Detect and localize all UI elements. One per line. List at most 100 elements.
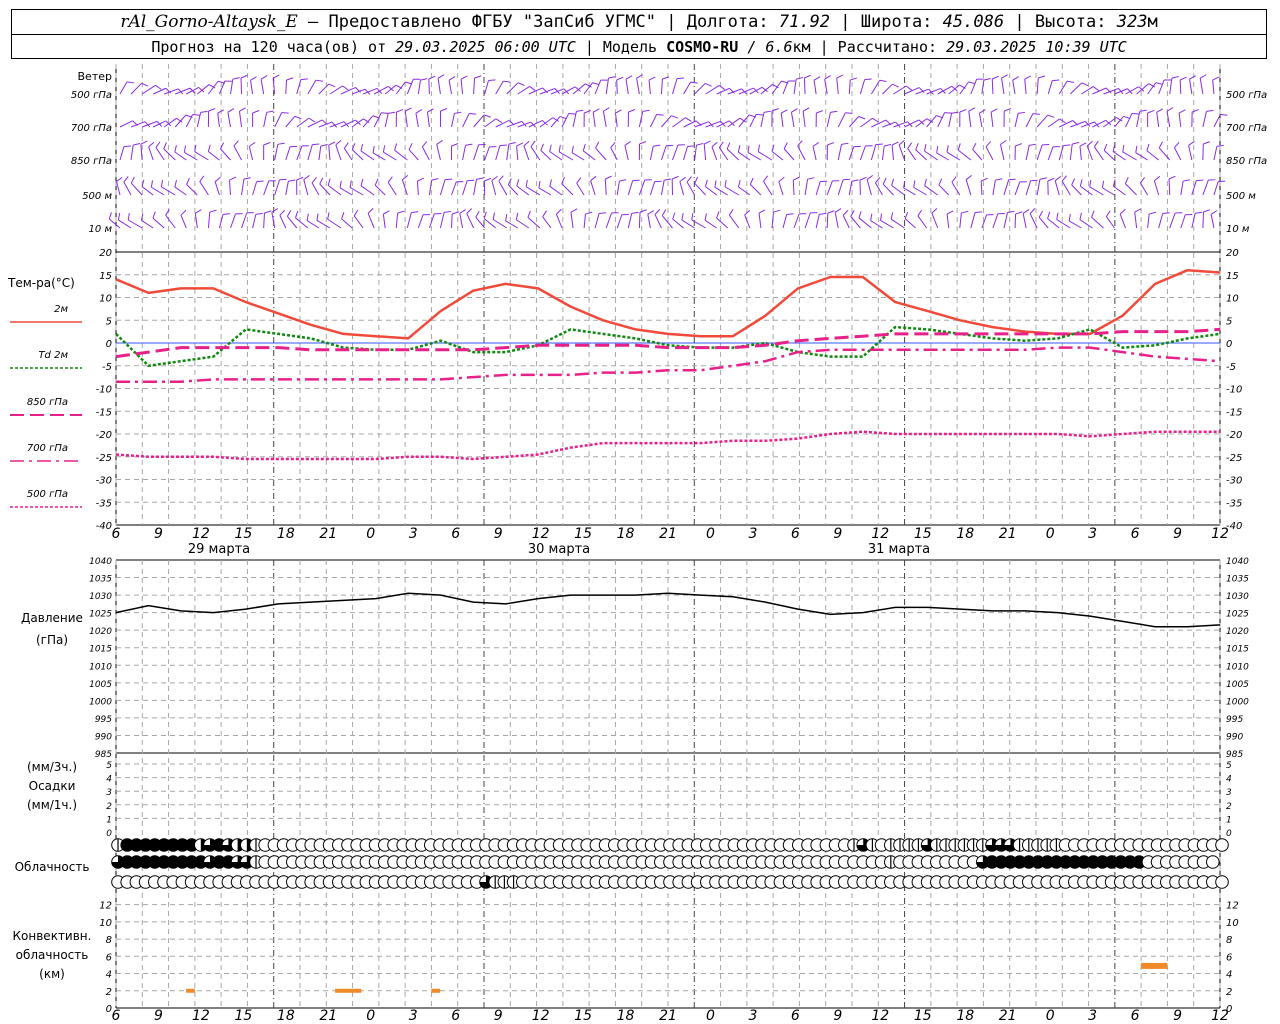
wind-barb-0-96	[1179, 79, 1182, 95]
xtick-lower-3: 15	[234, 1008, 252, 1024]
wind-barb-feather-4-18	[306, 213, 309, 221]
wind-barb-0-53	[705, 84, 720, 95]
wind-barb-feather-3-95	[1168, 175, 1176, 180]
wind-barb-feather-2-59	[757, 144, 761, 152]
wind-barb-2-5	[163, 148, 176, 161]
wind-barb-feather-4-72	[904, 211, 909, 219]
wind-barb-feather-2-81	[1015, 143, 1023, 147]
wind-barb-1-88	[1092, 119, 1107, 128]
xtick-lower-19: 15	[914, 1008, 932, 1024]
wind-barb-feather-4-71	[890, 212, 894, 220]
wind-barb-2-36	[516, 146, 519, 161]
wind-barb-4-26	[406, 212, 412, 229]
wind-barb-1-32	[473, 114, 485, 128]
wind-barb-feather-1-49	[671, 115, 679, 119]
wind-barb-feather-0-29	[437, 74, 445, 79]
wind-barb-feather-0-86	[1081, 82, 1089, 87]
wind-barb-feather-4-40	[556, 208, 562, 215]
wind-barb-3-62	[804, 179, 809, 196]
wind-barb-2-72	[907, 148, 917, 161]
press-ytick-right-10: 990	[1226, 732, 1243, 742]
wind-barb-feather-3-8	[199, 175, 205, 182]
conv-ytick-left-2: 8	[106, 935, 112, 946]
wind-barb-4-31	[459, 213, 464, 229]
wind-barb-feather-1-83	[1047, 114, 1055, 118]
wind-barb-feather-1-78	[979, 109, 986, 114]
wind-barb-2-76	[946, 151, 961, 161]
wind-barb-feather-1-47	[642, 109, 650, 112]
wind-barb-feather-0-87	[1092, 86, 1100, 92]
wind-barb-4-10	[230, 213, 236, 229]
xtick-lower-25: 9	[1173, 1008, 1182, 1024]
wind-barb-feather-2-75	[936, 145, 939, 154]
temp-ytick-right-10: -30	[1226, 476, 1242, 487]
cloud-2-120	[1215, 875, 1229, 889]
wind-barb-2-25	[383, 151, 397, 161]
wind-barb-0-66	[848, 79, 851, 95]
wind-barb-0-91	[1125, 86, 1139, 95]
wind-barb-3-13	[263, 180, 270, 196]
wind-barb-0-97	[1189, 79, 1193, 95]
wind-barb-3-46	[627, 180, 634, 196]
wind-barb-feather-0-0	[126, 81, 134, 84]
wind-barb-2-1	[130, 145, 134, 161]
wind-barb-4-1	[118, 219, 132, 229]
press-ytick-right-2: 1030	[1226, 592, 1249, 602]
wind-barb-feather-3-35	[498, 175, 504, 182]
wind-barb-feather-2-14	[277, 142, 285, 145]
wind-barb-feather-3-33	[484, 177, 492, 182]
wind-barb-feather-2-76	[946, 145, 949, 153]
wind-barb-0-60	[782, 80, 789, 95]
wind-barb-feather-3-1	[123, 176, 129, 183]
wind-barb-feather-2-77	[957, 143, 961, 151]
wind-barb-feather-0-84	[1052, 79, 1060, 82]
wind-barb-4-97	[1191, 213, 1196, 229]
wind-barb-feather-3-37	[516, 179, 520, 187]
wind-barb-3-0	[116, 181, 121, 196]
conv-ytick-left-4: 4	[106, 970, 112, 981]
wind-barb-2-39	[540, 149, 552, 161]
wind-barb-1-31	[462, 113, 470, 128]
wind-barb-feather-2-94	[1146, 143, 1150, 151]
wind-barb-1-60	[780, 113, 784, 128]
wind-barb-feather-2-23	[360, 143, 364, 152]
wind-barb-0-36	[517, 86, 530, 95]
temp-ytick-left-3: 5	[106, 316, 112, 327]
wind-barb-4-78	[981, 214, 988, 229]
wind-barb-feather-3-9	[214, 176, 221, 183]
wind-barb-1-81	[1014, 113, 1019, 128]
wind-barb-2-45	[610, 147, 618, 161]
wind-barb-3-95	[1168, 178, 1171, 196]
wind-barb-feather-3-58	[749, 177, 754, 185]
wind-barb-feather-3-78	[981, 177, 988, 182]
conv-segment-1	[335, 988, 362, 993]
wind-barb-feather-2-25	[382, 145, 386, 153]
wind-barb-feather-1-67	[872, 117, 879, 123]
wind-barb-feather-2-56	[726, 142, 731, 150]
xtick-upper-7: 3	[409, 526, 418, 542]
wind-barb-feather-0-63	[813, 76, 821, 81]
wind-barb-feather-4-1	[117, 213, 121, 221]
wind-barb-3-12	[252, 181, 258, 196]
model-name: COSMO-RU	[666, 38, 739, 56]
wind-barb-4-9	[218, 214, 224, 229]
wind-barb-2-59	[758, 151, 773, 161]
wind-barb-0-30	[448, 80, 452, 95]
wind-barb-feather-3-15	[288, 179, 296, 182]
conv-ylabel: (км)	[39, 967, 65, 981]
xtick-upper-23: 3	[1088, 526, 1097, 542]
wind-barb-3-61	[792, 179, 795, 196]
legend-label-t2m: 2м	[54, 304, 68, 315]
xtick-upper-13: 21	[659, 526, 677, 542]
wind-barb-feather-2-38	[530, 140, 536, 147]
wind-barb-feather-0-18	[328, 83, 336, 88]
wind-barb-feather-3-2	[130, 176, 135, 184]
wind-barb-feather-3-69	[875, 177, 881, 184]
wind-barb-2-97	[1188, 145, 1193, 161]
wind-barb-4-18	[306, 220, 320, 229]
wind-barb-4-94	[1158, 213, 1164, 229]
wind-barb-4-71	[890, 218, 905, 229]
wind-barb-1-56	[738, 114, 750, 128]
wind-barb-feather-4-52	[681, 213, 684, 221]
wind-barb-feather-2-30	[451, 143, 459, 147]
